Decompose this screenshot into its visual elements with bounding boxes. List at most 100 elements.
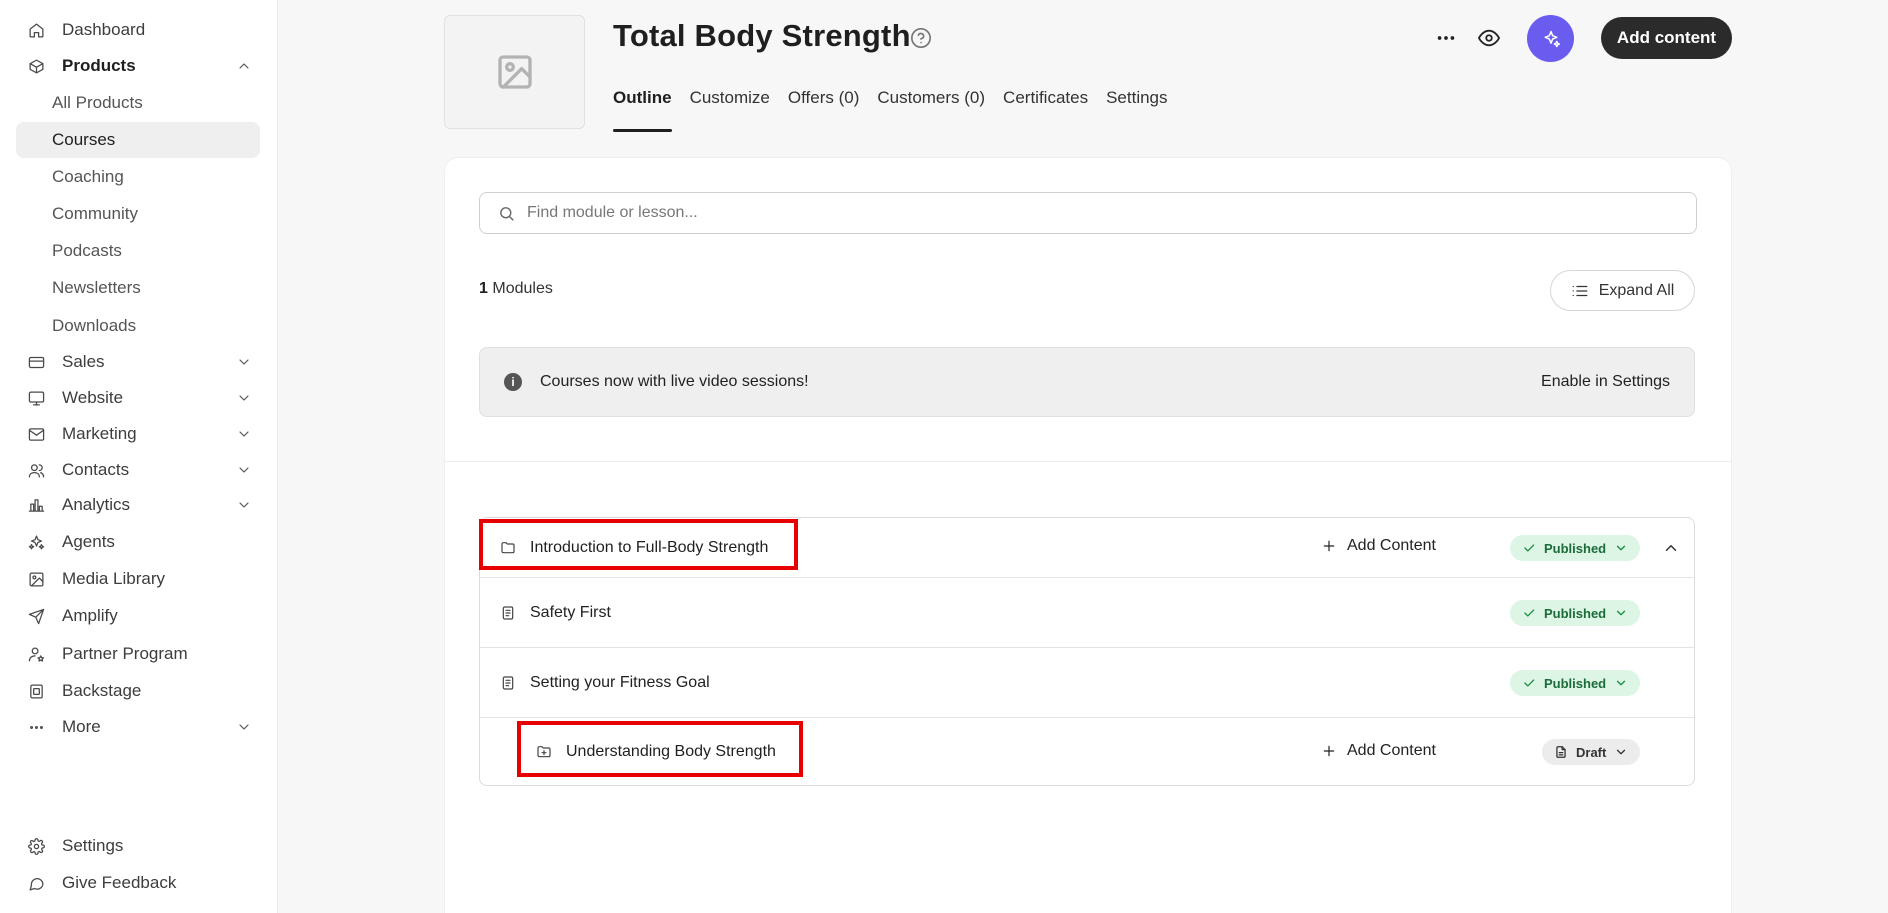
image-icon (26, 569, 46, 589)
info-banner: i Courses now with live video sessions! … (479, 347, 1695, 417)
nav-products[interactable]: Products (16, 48, 260, 84)
module-row[interactable]: Introduction to Full-Body Strength Add C… (480, 518, 1694, 578)
nav-analytics[interactable]: Analytics (16, 487, 260, 523)
status-badge-label: Published (1544, 675, 1607, 691)
nav-give-feedback-label: Give Feedback (62, 873, 177, 892)
nav-dashboard[interactable]: Dashboard (16, 12, 260, 48)
nav-contacts[interactable]: Contacts (16, 452, 260, 488)
info-icon: i (504, 373, 522, 391)
sub-community[interactable]: Community (16, 196, 260, 232)
nav-settings[interactable]: Settings (16, 828, 260, 864)
expand-all-button[interactable]: Expand All (1550, 270, 1695, 311)
user-star-icon (26, 644, 46, 664)
module-add-content-label: Add Content (1347, 537, 1436, 554)
chevron-down-icon (1617, 749, 1626, 755)
chevron-down-icon (236, 462, 252, 478)
bar-chart-icon (26, 495, 46, 515)
lesson-row[interactable]: Safety First Published (480, 578, 1694, 648)
enable-in-settings-link[interactable]: Enable in Settings (1541, 373, 1670, 391)
nav-backstage[interactable]: Backstage (16, 673, 260, 709)
nav-agents[interactable]: Agents (16, 524, 260, 560)
chevron-down-icon (236, 354, 252, 370)
lesson-title[interactable]: Safety First (530, 604, 611, 622)
nav-media-library[interactable]: Media Library (16, 561, 260, 597)
message-icon (26, 873, 46, 893)
nav-agents-label: Agents (62, 532, 115, 551)
chevron-down-icon (236, 719, 252, 735)
divider (444, 461, 1732, 462)
nav-give-feedback[interactable]: Give Feedback (16, 865, 260, 901)
nav-analytics-label: Analytics (62, 495, 131, 514)
help-icon[interactable] (910, 27, 932, 49)
lesson-title[interactable]: Setting your Fitness Goal (530, 674, 710, 692)
tab-customers[interactable]: Customers (0) (877, 88, 985, 132)
check-icon (1524, 609, 1535, 617)
tab-outline[interactable]: Outline (613, 88, 672, 132)
modules-count-label: Modules (492, 280, 553, 297)
sub-all-products[interactable]: All Products (16, 85, 260, 121)
sub-courses[interactable]: Courses (16, 122, 260, 158)
status-badge[interactable]: Published (1510, 535, 1641, 561)
nav-amplify[interactable]: Amplify (16, 598, 260, 634)
module-add-content-button[interactable]: Add Content (1321, 537, 1436, 555)
nav-media-library-label: Media Library (62, 569, 165, 588)
lesson-label-wrap: Setting your Fitness Goal (500, 648, 710, 717)
nav-marketing-label: Marketing (62, 424, 137, 443)
more-options-icon[interactable] (1433, 28, 1459, 48)
folder-plus-icon (536, 744, 552, 760)
course-thumbnail[interactable] (444, 15, 585, 129)
submodule-row[interactable]: Understanding Body Strength Add Content … (480, 718, 1694, 786)
plus-icon (1323, 745, 1335, 757)
check-icon (1524, 679, 1535, 687)
outline-list: Introduction to Full-Body Strength Add C… (479, 517, 1695, 786)
chevron-down-icon (236, 426, 252, 442)
lesson-row[interactable]: Setting your Fitness Goal Published (480, 648, 1694, 718)
nav-more-label: More (62, 717, 101, 736)
tab-customize[interactable]: Customize (690, 88, 770, 132)
tab-certificates[interactable]: Certificates (1003, 88, 1088, 132)
add-content-button[interactable]: Add content (1601, 17, 1732, 59)
monitor-icon (26, 388, 46, 408)
list-icon (1572, 285, 1588, 296)
nav-website[interactable]: Website (16, 380, 260, 416)
nav-more[interactable]: More (16, 709, 260, 745)
modules-count: 1 Modules (479, 280, 553, 298)
submodule-add-content-button[interactable]: Add Content (1321, 742, 1436, 760)
dots-icon (26, 717, 46, 737)
document-icon (500, 675, 516, 691)
modules-count-number: 1 (479, 280, 488, 297)
tab-offers[interactable]: Offers (0) (788, 88, 859, 132)
nav-marketing[interactable]: Marketing (16, 416, 260, 452)
module-label-wrap: Introduction to Full-Body Strength (500, 518, 768, 577)
status-badge[interactable]: Published (1510, 600, 1641, 626)
plus-icon (1323, 540, 1335, 552)
ai-assistant-button[interactable] (1527, 15, 1574, 62)
sub-podcasts[interactable]: Podcasts (16, 233, 260, 269)
chevron-down-icon (1616, 610, 1626, 616)
status-badge[interactable]: Draft (1542, 739, 1641, 765)
tabs: Outline Customize Offers (0) Customers (… (613, 88, 1186, 132)
nav-backstage-label: Backstage (62, 681, 142, 700)
status-badge[interactable]: Published (1510, 670, 1641, 696)
sub-downloads[interactable]: Downloads (16, 308, 260, 344)
nav-partner-program-label: Partner Program (62, 644, 188, 663)
collapse-chevron-up-icon[interactable] (1662, 539, 1680, 557)
sub-coaching[interactable]: Coaching (16, 159, 260, 195)
module-title[interactable]: Introduction to Full-Body Strength (530, 539, 768, 557)
home-icon (26, 20, 46, 40)
nav-sales-label: Sales (62, 352, 105, 371)
box-icon (26, 56, 46, 76)
nav-sales[interactable]: Sales (16, 344, 260, 380)
image-placeholder-icon (497, 55, 532, 89)
tab-settings[interactable]: Settings (1106, 88, 1167, 132)
search-field[interactable] (479, 192, 1697, 234)
chevron-down-icon (1616, 545, 1626, 551)
search-input[interactable] (527, 204, 1627, 222)
nav-contacts-label: Contacts (62, 460, 130, 479)
sub-newsletters[interactable]: Newsletters (16, 270, 260, 306)
nav-partner-program[interactable]: Partner Program (16, 636, 260, 672)
chevron-down-icon (236, 390, 252, 406)
preview-eye-icon[interactable] (1478, 27, 1502, 51)
submodule-title[interactable]: Understanding Body Strength (566, 743, 776, 761)
folder-icon (500, 540, 516, 556)
